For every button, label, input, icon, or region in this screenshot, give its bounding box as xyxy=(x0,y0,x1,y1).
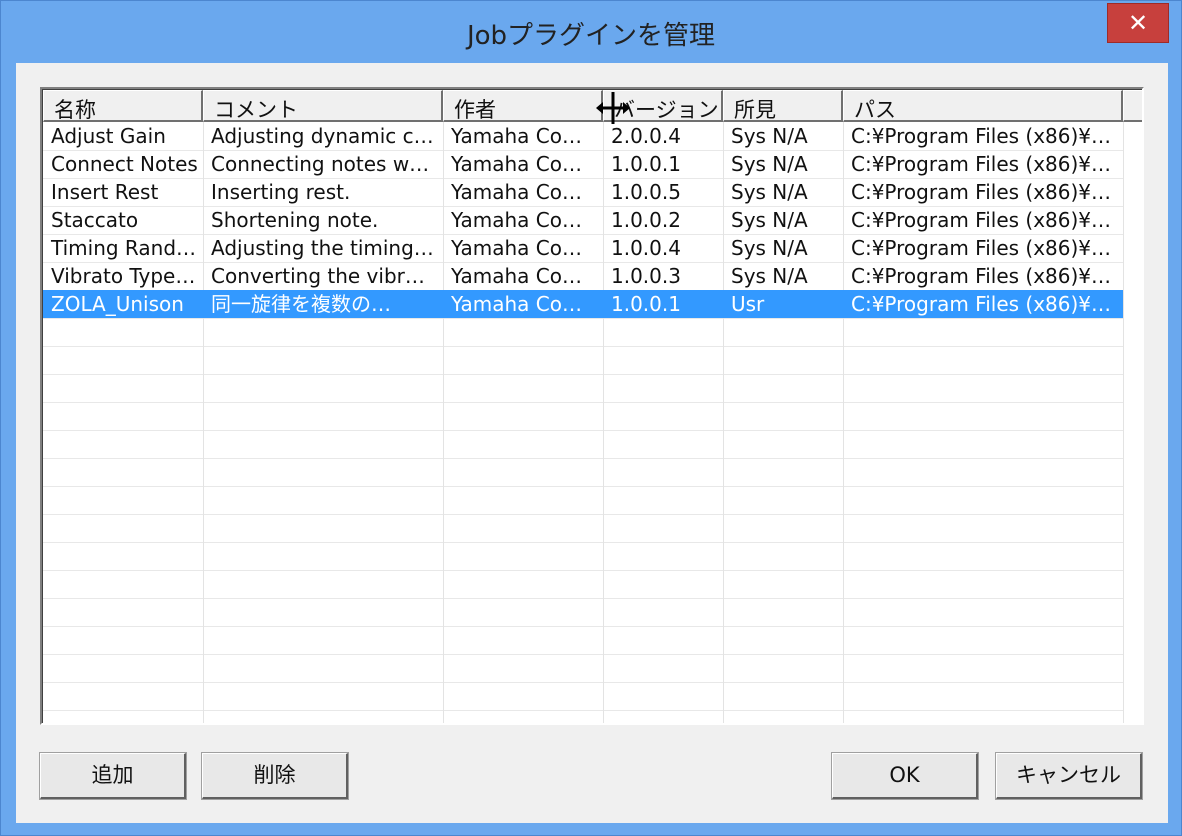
column-header-filler xyxy=(1123,90,1142,122)
table-cell: 1.0.0.5 xyxy=(611,180,681,204)
table-cell: Adjusting dynamic c… xyxy=(211,124,434,148)
close-button[interactable]: ✕ xyxy=(1107,3,1169,43)
table-cell: Sys N/A xyxy=(731,180,808,204)
table-cell: Vibrato Type… xyxy=(51,264,196,288)
table-cell: 同一旋律を複数の… xyxy=(211,292,391,316)
delete-button[interactable]: 削除 xyxy=(202,753,348,799)
table-cell: 1.0.0.2 xyxy=(611,208,681,232)
table-cell: Adjust Gain xyxy=(51,124,166,148)
column-header[interactable]: 作者 xyxy=(443,90,603,122)
table-row[interactable]: Insert Rest Inserting rest. Yamaha Co… 1.0.… xyxy=(43,178,1123,206)
table-cell: Yamaha Co… xyxy=(451,208,582,232)
table-cell: C:¥Program Files (x86)¥… xyxy=(851,264,1112,288)
close-icon: ✕ xyxy=(1127,9,1149,37)
grid-line xyxy=(43,318,1123,319)
grid-line xyxy=(43,626,1123,627)
grid-line xyxy=(43,514,1123,515)
ok-button[interactable]: OK xyxy=(832,753,978,799)
table-cell: Shortening note. xyxy=(211,208,379,232)
grid-line xyxy=(1123,122,1124,723)
grid-line xyxy=(43,346,1123,347)
table-cell: Insert Rest xyxy=(51,180,159,204)
table-cell: Yamaha Co… xyxy=(451,264,582,288)
table-cell: Sys N/A xyxy=(731,124,808,148)
table-cell: C:¥Program Files (x86)¥… xyxy=(851,180,1112,204)
table-row[interactable]: Connect Notes Connecting notes w… Yamaha C… xyxy=(43,150,1123,178)
window-title: Jobプラグインを管理 xyxy=(466,21,716,51)
table-cell: 1.0.0.1 xyxy=(611,152,681,176)
table-cell: Staccato xyxy=(51,208,139,232)
table-cell: ZOLA_Unison xyxy=(51,292,184,316)
table-cell: C:¥Program Files (x86)¥… xyxy=(851,152,1112,176)
table-cell: C:¥Program Files (x86)¥… xyxy=(851,292,1112,316)
table-cell: Sys N/A xyxy=(731,152,808,176)
table-cell: Yamaha Co… xyxy=(451,292,582,316)
title-bar: Jobプラグインを管理 ✕ xyxy=(1,1,1181,63)
table-row[interactable]: Adjust Gain Adjusting dynamic c… Yamaha Co… xyxy=(43,122,1123,150)
dialog-client-area: 名称 コメント 作者 バージョン 所見 パス Adjust Gain Adjusting d… xyxy=(16,63,1168,823)
grid-line xyxy=(43,486,1123,487)
column-header[interactable]: 名称 xyxy=(43,90,203,122)
table-cell: C:¥Program Files (x86)¥… xyxy=(851,208,1112,232)
table-cell: 1.0.0.4 xyxy=(611,236,681,260)
table-row[interactable]: Vibrato Type… Converting the vibr… Yamaha … xyxy=(43,262,1123,290)
table-cell: Yamaha Co… xyxy=(451,124,582,148)
grid-line xyxy=(43,402,1123,403)
grid-line xyxy=(43,458,1123,459)
table-cell: Converting the vibr… xyxy=(211,264,425,288)
grid-line xyxy=(43,710,1123,711)
grid-line xyxy=(43,598,1123,599)
table-cell: Yamaha Co… xyxy=(451,152,582,176)
table-cell: Sys N/A xyxy=(731,264,808,288)
grid-line xyxy=(43,430,1123,431)
table-cell: C:¥Program Files (x86)¥… xyxy=(851,236,1112,260)
grid-line xyxy=(43,570,1123,571)
table-cell: Inserting rest. xyxy=(211,180,351,204)
column-header[interactable]: 所見 xyxy=(723,90,843,122)
column-resize-cursor-icon xyxy=(596,92,630,124)
table-cell: C:¥Program Files (x86)¥… xyxy=(851,124,1112,148)
grid-line xyxy=(43,654,1123,655)
cancel-button[interactable]: キャンセル xyxy=(996,753,1142,799)
list-body: Adjust Gain Adjusting dynamic c… Yamaha Co… xyxy=(43,122,1142,723)
table-cell: 1.0.0.1 xyxy=(611,292,681,316)
table-cell: Yamaha Co… xyxy=(451,180,582,204)
table-row[interactable]: Staccato Shortening note. Yamaha Co… 1.0.0.… xyxy=(43,206,1123,234)
table-cell: Usr xyxy=(731,292,765,316)
plugin-list[interactable]: 名称 コメント 作者 バージョン 所見 パス Adjust Gain Adjusting d… xyxy=(40,87,1144,725)
table-cell: Yamaha Co… xyxy=(451,236,582,260)
column-header[interactable]: パス xyxy=(843,90,1123,122)
table-cell: Connecting notes w… xyxy=(211,152,430,176)
column-header[interactable]: コメント xyxy=(203,90,443,122)
dialog-window: Jobプラグインを管理 ✕ 名称 コメント 作者 バージョン 所見 パス Adjust G… xyxy=(0,0,1182,836)
table-row[interactable]: Timing Rand… Adjusting the timing… Yamaha … xyxy=(43,234,1123,262)
table-cell: Sys N/A xyxy=(731,208,808,232)
table-cell: Timing Rand… xyxy=(51,236,197,260)
table-cell: Connect Notes xyxy=(51,152,198,176)
table-row[interactable]: ZOLA_Unison 同一旋律を複数の… Yamaha Co… 1.0.0.1 Usr… xyxy=(43,290,1123,318)
table-cell: Adjusting the timing… xyxy=(211,236,434,260)
table-cell: Sys N/A xyxy=(731,236,808,260)
table-cell: 1.0.0.3 xyxy=(611,264,681,288)
grid-line xyxy=(43,542,1123,543)
list-header: 名称 コメント 作者 バージョン 所見 パス xyxy=(43,90,1142,122)
add-button[interactable]: 追加 xyxy=(40,753,186,799)
table-cell: 2.0.0.4 xyxy=(611,124,681,148)
grid-line xyxy=(43,374,1123,375)
grid-line xyxy=(43,682,1123,683)
